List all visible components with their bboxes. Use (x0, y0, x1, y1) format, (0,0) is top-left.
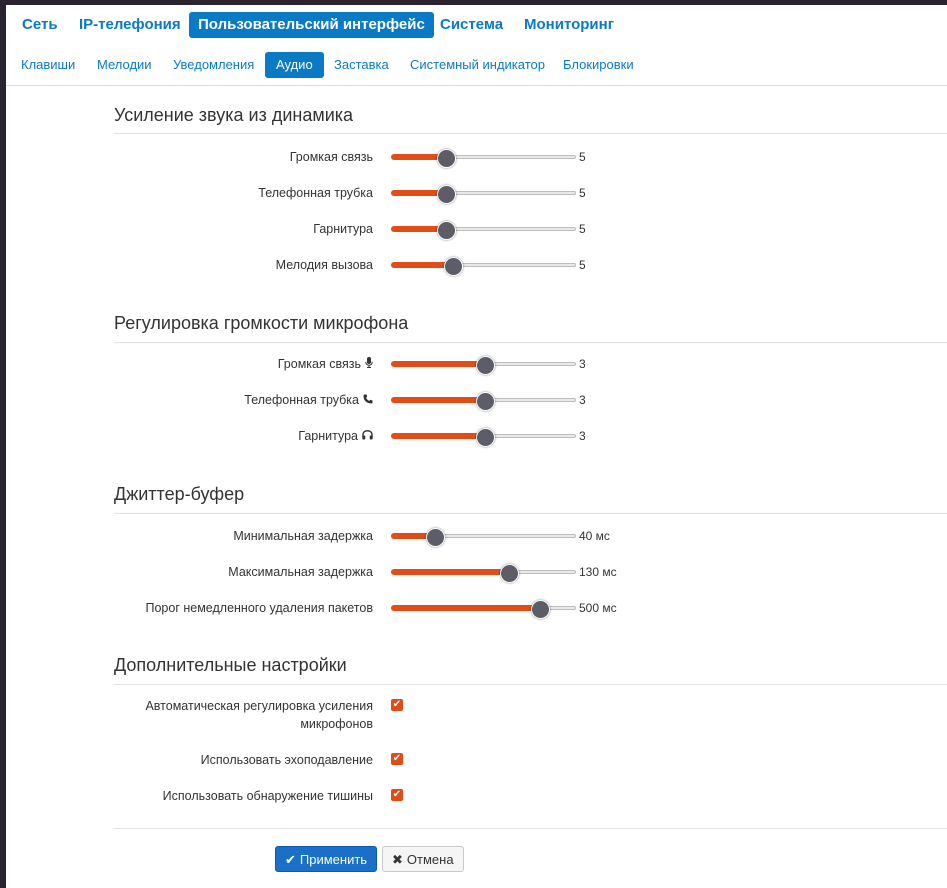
speaker-handsfree-value: 5 (579, 150, 586, 164)
tab-locks[interactable]: Блокировки (552, 52, 645, 78)
apply-button[interactable]: ✔ Применить (275, 846, 378, 872)
echo-cancel-label: Использовать эхоподавление (200, 753, 373, 767)
mic-handset-label: Телефонная трубка (244, 391, 373, 410)
section-title-extra-settings: Дополнительные настройки (114, 655, 347, 675)
main-nav-monitoring[interactable]: Мониторинг (515, 12, 623, 38)
slider-handle[interactable] (500, 564, 519, 583)
jitter-min-delay-slider[interactable] (391, 527, 576, 547)
section-title-jitter-buffer: Джиттер-буфер (114, 484, 245, 504)
speaker-ringtone-slider[interactable] (391, 256, 576, 276)
tab-melodies[interactable]: Мелодии (86, 52, 163, 78)
slider-handle[interactable] (476, 428, 495, 447)
mic-headset-slider[interactable] (391, 427, 576, 447)
tab-notifications[interactable]: Уведомления (162, 52, 265, 78)
cancel-button-label: Отмена (406, 852, 454, 867)
slider-fill (391, 397, 484, 403)
slider-handle[interactable] (437, 149, 456, 168)
speaker-headset-label: Гарнитура (313, 222, 373, 236)
main-nav-ip-telephony[interactable]: IP-телефония (70, 12, 190, 38)
slider-handle[interactable] (444, 257, 463, 276)
slider-fill (391, 433, 484, 439)
speaker-handsfree-slider[interactable] (391, 148, 576, 168)
speaker-ringtone-label: Мелодия вызова (275, 258, 373, 272)
settings-page: Сеть IP-телефония Пользовательский интер… (6, 5, 947, 888)
agc-label-line1: Автоматическая регулировка усиления (145, 699, 373, 713)
slider-handle[interactable] (437, 221, 456, 240)
speaker-handset-label: Телефонная трубка (258, 186, 373, 200)
cancel-button[interactable]: ✖ Отмена (382, 846, 464, 872)
jitter-drop-threshold-label: Порог немедленного удаления пакетов (145, 601, 373, 615)
section-title-mic-volume: Регулировка громкости микрофона (114, 313, 409, 333)
speaker-handset-slider[interactable] (391, 184, 576, 204)
form-divider (114, 828, 947, 829)
slider-handle[interactable] (476, 392, 495, 411)
tab-system-indicator[interactable]: Системный индикатор (399, 52, 556, 78)
sub-navigation: Клавиши Мелодии Уведомления Аудио Застав… (6, 49, 947, 79)
mic-headset-value: 3 (579, 429, 586, 443)
jitter-max-delay-label: Максимальная задержка (228, 565, 373, 579)
slider-fill (391, 569, 508, 575)
agc-label-line2: микрофонов (300, 717, 373, 731)
silence-detect-checkbox[interactable]: ✔ (391, 789, 403, 801)
headset-icon (362, 428, 373, 446)
jitter-min-delay-label: Минимальная задержка (233, 529, 373, 543)
main-nav-network[interactable]: Сеть (13, 12, 67, 38)
mic-handsfree-label-text: Громкая связь (277, 357, 361, 371)
slider-handle[interactable] (426, 528, 445, 547)
slider-fill (391, 361, 484, 367)
section-divider (114, 684, 947, 685)
slider-fill (391, 262, 452, 268)
main-nav-system[interactable]: Система (431, 12, 512, 38)
agc-checkbox[interactable]: ✔ (391, 699, 403, 711)
jitter-drop-threshold-value: 500 мс (579, 601, 617, 615)
speaker-handsfree-label: Громкая связь (289, 150, 373, 164)
slider-handle[interactable] (476, 356, 495, 375)
speaker-headset-value: 5 (579, 222, 586, 236)
speaker-headset-slider[interactable] (391, 220, 576, 240)
mic-handset-label-text: Телефонная трубка (244, 393, 359, 407)
jitter-max-delay-value: 130 мс (579, 565, 617, 579)
agc-label: Автоматическая регулировка усиления микр… (145, 697, 373, 733)
mic-headset-label: Гарнитура (298, 427, 373, 446)
speaker-ringtone-value: 5 (579, 258, 586, 272)
apply-button-label: Применить (299, 852, 368, 867)
echo-cancel-checkbox[interactable]: ✔ (391, 753, 403, 765)
slider-handle[interactable] (531, 600, 550, 619)
checkmark-icon: ✔ (392, 699, 402, 710)
checkmark-icon: ✔ (392, 789, 402, 800)
phone-icon (363, 392, 373, 410)
speaker-handset-value: 5 (579, 186, 586, 200)
nav-divider (6, 85, 947, 86)
silence-detect-label: Использовать обнаружение тишины (162, 789, 373, 803)
close-icon: ✖ (392, 852, 403, 867)
mic-handset-slider[interactable] (391, 391, 576, 411)
slider-fill (391, 605, 539, 611)
jitter-drop-threshold-slider[interactable] (391, 599, 576, 619)
tab-audio[interactable]: Аудио (265, 52, 324, 78)
jitter-min-delay-value: 40 мс (579, 529, 610, 543)
tab-keys[interactable]: Клавиши (10, 52, 86, 78)
mic-handsfree-slider[interactable] (391, 355, 576, 375)
main-nav-user-interface[interactable]: Пользовательский интерфейс (189, 12, 434, 38)
microphone-icon (365, 356, 373, 374)
mic-handset-value: 3 (579, 393, 586, 407)
section-divider (114, 513, 947, 514)
jitter-max-delay-slider[interactable] (391, 563, 576, 583)
main-navigation: Сеть IP-телефония Пользовательский интер… (6, 5, 947, 43)
mic-handsfree-label: Громкая связь (278, 355, 373, 374)
checkmark-icon: ✔ (392, 753, 402, 764)
section-divider (114, 133, 947, 134)
tab-screensaver[interactable]: Заставка (323, 52, 400, 78)
section-title-speaker-gain: Усиление звука из динамика (114, 105, 354, 125)
checkmark-icon: ✔ (285, 852, 296, 867)
slider-handle[interactable] (437, 185, 456, 204)
section-divider (114, 342, 947, 343)
mic-headset-label-text: Гарнитура (298, 429, 358, 443)
mic-handsfree-value: 3 (579, 357, 586, 371)
